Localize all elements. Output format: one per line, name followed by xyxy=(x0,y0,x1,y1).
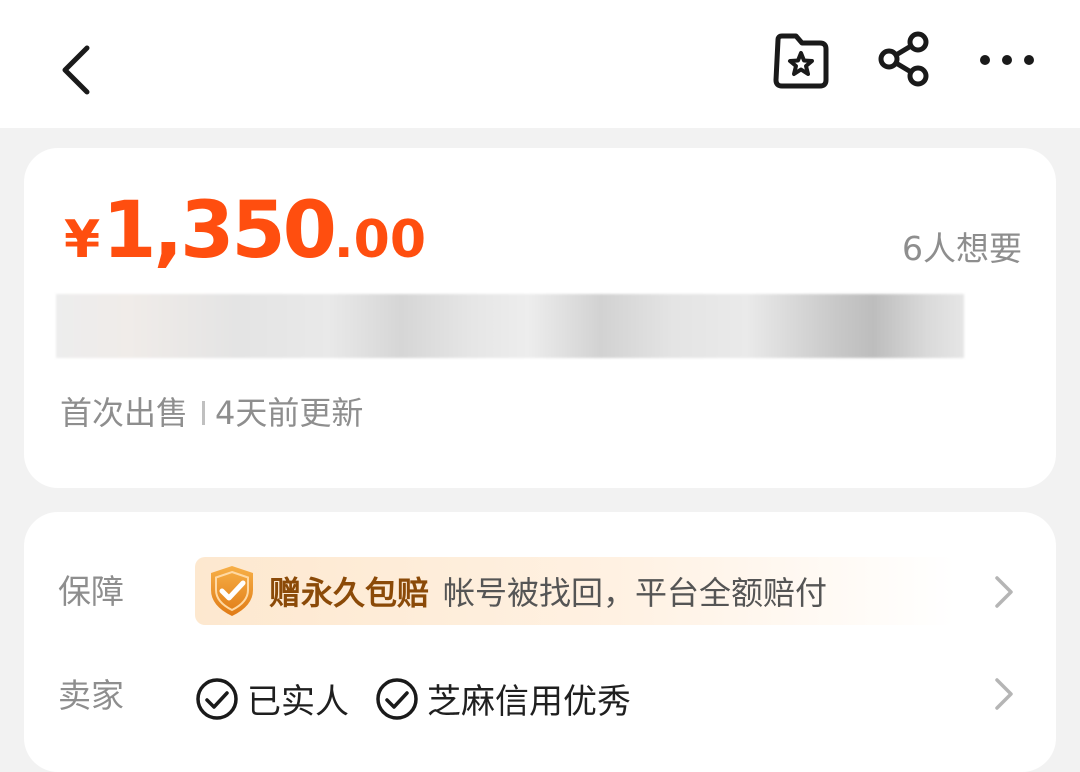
seller-label: 卖家 xyxy=(58,676,124,715)
favorite-button[interactable] xyxy=(764,28,838,94)
back-button[interactable] xyxy=(40,30,110,110)
first-sale-label: 首次出售 xyxy=(60,394,189,432)
want-count: 6人想要 xyxy=(902,229,1022,268)
check-circle-icon xyxy=(195,677,239,721)
tag-credit-text: 芝麻信用优秀 xyxy=(427,682,631,722)
star-folder-icon xyxy=(773,33,829,89)
chevron-left-icon xyxy=(62,45,90,95)
guarantee-label: 保障 xyxy=(58,572,124,611)
price: ¥ 1,350 .00 xyxy=(64,192,426,270)
updated-label: 4天前更新 xyxy=(215,394,364,432)
price-currency: ¥ xyxy=(64,210,101,270)
share-icon xyxy=(878,31,929,87)
guarantee-badge: 赠永久包赔 xyxy=(269,574,430,612)
more-button[interactable] xyxy=(970,30,1044,90)
info-card: 保障 赠永久包赔 帐号被找回，平台全额赔付 卖家 已实人 芝麻信用优秀 xyxy=(24,512,1056,772)
blurred-title xyxy=(56,294,964,358)
check-circle-icon xyxy=(375,677,419,721)
chevron-right-icon[interactable] xyxy=(992,676,1016,712)
seller-tags[interactable]: 已实人 芝麻信用优秀 xyxy=(195,674,657,723)
tag-verified-text: 已实人 xyxy=(247,682,349,722)
tag-credit: 芝麻信用优秀 xyxy=(375,674,631,723)
listing-meta: 首次出售 4天前更新 xyxy=(60,395,363,431)
more-dots-icon xyxy=(980,55,1034,65)
price-integer: 1,350 xyxy=(102,186,337,276)
meta-divider xyxy=(202,401,206,425)
price-card: ¥ 1,350 .00 6人想要 首次出售 4天前更新 xyxy=(24,148,1056,488)
guarantee-description: 帐号被找回，平台全额赔付 xyxy=(443,574,828,612)
shield-check-icon xyxy=(207,564,257,618)
top-bar xyxy=(0,0,1080,128)
share-button[interactable] xyxy=(872,26,938,92)
guarantee-row[interactable]: 赠永久包赔 帐号被找回，平台全额赔付 xyxy=(195,557,955,625)
price-decimal: .00 xyxy=(333,210,427,270)
tag-verified: 已实人 xyxy=(195,674,349,723)
chevron-right-icon[interactable] xyxy=(992,574,1016,610)
